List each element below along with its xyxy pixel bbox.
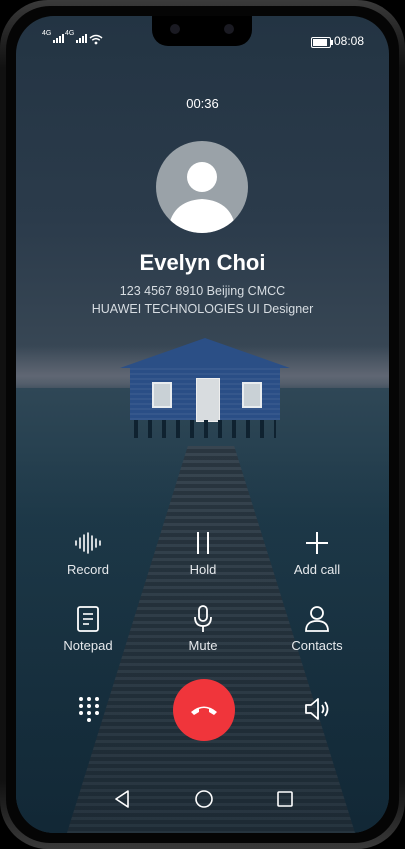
boathouse-image bbox=[120, 338, 290, 448]
hold-label: Hold bbox=[189, 562, 217, 577]
battery-icon bbox=[311, 37, 333, 48]
back-icon[interactable] bbox=[114, 789, 130, 809]
dialpad-icon[interactable] bbox=[78, 696, 100, 724]
plus-icon bbox=[306, 532, 328, 554]
contact-name: Evelyn Choi bbox=[139, 250, 266, 275]
add-call-button[interactable]: Add call bbox=[272, 528, 362, 577]
notepad-button[interactable]: Notepad bbox=[43, 604, 133, 653]
microphone-icon bbox=[194, 605, 212, 632]
status-time: 08:08 bbox=[334, 34, 365, 48]
end-call-button[interactable] bbox=[173, 679, 235, 741]
sim2-signal-icon: 4G bbox=[65, 30, 88, 43]
contact-avatar bbox=[156, 141, 248, 233]
waveform-icon bbox=[75, 532, 101, 554]
pause-icon bbox=[197, 532, 209, 554]
mute-button[interactable]: Mute bbox=[158, 604, 248, 653]
contacts-label: Contacts bbox=[291, 638, 343, 653]
sim2-network-type: 4G bbox=[65, 30, 75, 37]
add-call-label: Add call bbox=[293, 562, 341, 577]
contact-title-line: HUAWEI TECHNOLOGIES UI Designer bbox=[91, 302, 314, 316]
wifi-icon bbox=[89, 34, 103, 45]
sim1-signal-icon: 4G bbox=[42, 30, 65, 43]
record-button[interactable]: Record bbox=[43, 528, 133, 577]
recent-apps-icon[interactable] bbox=[276, 789, 294, 809]
record-label: Record bbox=[67, 562, 109, 577]
sim1-network-type: 4G bbox=[42, 30, 52, 37]
person-silhouette-icon bbox=[168, 162, 236, 233]
notepad-icon bbox=[77, 606, 99, 632]
notepad-label: Notepad bbox=[63, 638, 113, 653]
phone-number-line: 123 4567 8910 Beijing CMCC bbox=[119, 284, 286, 298]
call-duration: 00:36 bbox=[186, 96, 219, 111]
person-icon bbox=[305, 606, 329, 632]
status-bar: 4G 4G 08:08 bbox=[16, 16, 389, 48]
end-call-icon bbox=[191, 706, 217, 715]
hold-button[interactable]: Hold bbox=[158, 528, 248, 577]
contacts-button[interactable]: Contacts bbox=[272, 604, 362, 653]
speaker-icon[interactable] bbox=[304, 697, 332, 721]
home-icon[interactable] bbox=[194, 789, 214, 809]
mute-label: Mute bbox=[188, 638, 218, 653]
